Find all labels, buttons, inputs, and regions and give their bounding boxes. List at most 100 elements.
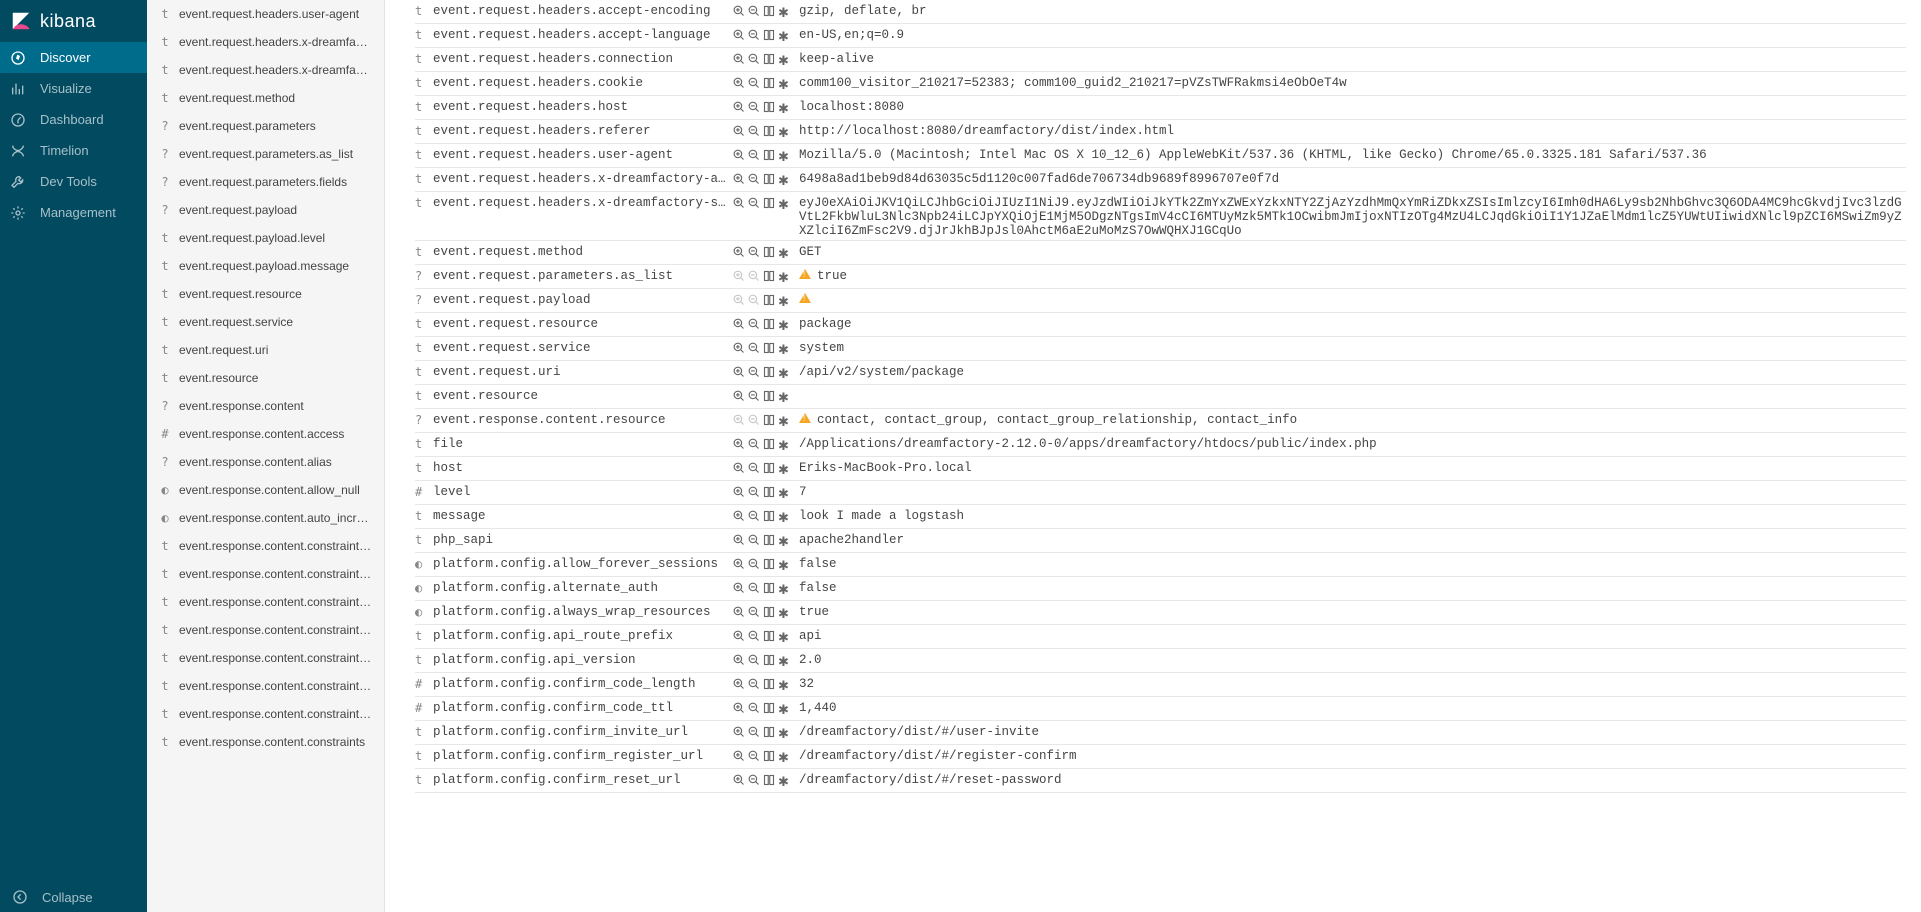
field-item[interactable]: tevent.request.headers.x-dreamfact...: [147, 28, 384, 56]
filter-for-value-icon[interactable]: [733, 5, 745, 20]
filter-for-value-icon[interactable]: [733, 678, 745, 693]
field-item[interactable]: tevent.request.service: [147, 308, 384, 336]
filter-for-value-icon[interactable]: [733, 414, 745, 429]
filter-out-value-icon[interactable]: [748, 606, 760, 621]
filter-for-value-icon[interactable]: [733, 582, 745, 597]
filter-out-value-icon[interactable]: [748, 270, 760, 285]
filter-out-value-icon[interactable]: [748, 197, 760, 212]
filter-exists-icon[interactable]: ✱: [778, 486, 789, 502]
filter-for-value-icon[interactable]: [733, 149, 745, 164]
filter-for-value-icon[interactable]: [733, 318, 745, 333]
filter-out-value-icon[interactable]: [748, 774, 760, 789]
filter-for-value-icon[interactable]: [733, 342, 745, 357]
filter-exists-icon[interactable]: ✱: [778, 173, 789, 189]
field-item[interactable]: ?event.request.parameters: [147, 112, 384, 140]
toggle-column-icon[interactable]: [763, 582, 775, 597]
field-item[interactable]: tevent.request.payload.level: [147, 224, 384, 252]
filter-exists-icon[interactable]: ✱: [778, 125, 789, 141]
filter-out-value-icon[interactable]: [748, 462, 760, 477]
toggle-column-icon[interactable]: [763, 726, 775, 741]
toggle-column-icon[interactable]: [763, 702, 775, 717]
toggle-column-icon[interactable]: [763, 270, 775, 285]
toggle-column-icon[interactable]: [763, 630, 775, 645]
filter-exists-icon[interactable]: ✱: [778, 294, 789, 310]
toggle-column-icon[interactable]: [763, 654, 775, 669]
filter-out-value-icon[interactable]: [748, 438, 760, 453]
toggle-column-icon[interactable]: [763, 77, 775, 92]
toggle-column-icon[interactable]: [763, 29, 775, 44]
filter-out-value-icon[interactable]: [748, 342, 760, 357]
field-item[interactable]: tevent.request.method: [147, 84, 384, 112]
filter-out-value-icon[interactable]: [748, 77, 760, 92]
filter-exists-icon[interactable]: ✱: [778, 149, 789, 165]
field-item[interactable]: ?event.request.payload: [147, 196, 384, 224]
filter-exists-icon[interactable]: ✱: [778, 342, 789, 358]
filter-exists-icon[interactable]: ✱: [778, 510, 789, 526]
toggle-column-icon[interactable]: [763, 750, 775, 765]
filter-out-value-icon[interactable]: [748, 678, 760, 693]
toggle-column-icon[interactable]: [763, 774, 775, 789]
toggle-column-icon[interactable]: [763, 462, 775, 477]
filter-out-value-icon[interactable]: [748, 630, 760, 645]
filter-exists-icon[interactable]: ✱: [778, 53, 789, 69]
toggle-column-icon[interactable]: [763, 342, 775, 357]
field-item[interactable]: ◐event.response.content.auto_incre...: [147, 504, 384, 532]
field-item[interactable]: ◐event.response.content.allow_null: [147, 476, 384, 504]
filter-for-value-icon[interactable]: [733, 510, 745, 525]
filter-for-value-icon[interactable]: [733, 173, 745, 188]
filter-for-value-icon[interactable]: [733, 438, 745, 453]
toggle-column-icon[interactable]: [763, 173, 775, 188]
nav-item-devtools[interactable]: Dev Tools: [0, 166, 147, 197]
filter-exists-icon[interactable]: ✱: [778, 414, 789, 430]
filter-out-value-icon[interactable]: [748, 366, 760, 381]
toggle-column-icon[interactable]: [763, 318, 775, 333]
filter-exists-icon[interactable]: ✱: [778, 558, 789, 574]
filter-for-value-icon[interactable]: [733, 486, 745, 501]
field-item[interactable]: tevent.response.content.constraints....: [147, 588, 384, 616]
filter-out-value-icon[interactable]: [748, 318, 760, 333]
filter-out-value-icon[interactable]: [748, 390, 760, 405]
filter-exists-icon[interactable]: ✱: [778, 702, 789, 718]
filter-for-value-icon[interactable]: [733, 462, 745, 477]
toggle-column-icon[interactable]: [763, 438, 775, 453]
filter-exists-icon[interactable]: ✱: [778, 726, 789, 742]
filter-for-value-icon[interactable]: [733, 197, 745, 212]
toggle-column-icon[interactable]: [763, 534, 775, 549]
filter-for-value-icon[interactable]: [733, 246, 745, 261]
toggle-column-icon[interactable]: [763, 390, 775, 405]
toggle-column-icon[interactable]: [763, 294, 775, 309]
filter-out-value-icon[interactable]: [748, 294, 760, 309]
filter-exists-icon[interactable]: ✱: [778, 366, 789, 382]
filter-exists-icon[interactable]: ✱: [778, 654, 789, 670]
filter-out-value-icon[interactable]: [748, 5, 760, 20]
filter-for-value-icon[interactable]: [733, 125, 745, 140]
filter-out-value-icon[interactable]: [748, 534, 760, 549]
toggle-column-icon[interactable]: [763, 125, 775, 140]
nav-item-discover[interactable]: Discover: [0, 42, 147, 73]
filter-out-value-icon[interactable]: [748, 654, 760, 669]
toggle-column-icon[interactable]: [763, 101, 775, 116]
toggle-column-icon[interactable]: [763, 486, 775, 501]
filter-for-value-icon[interactable]: [733, 294, 745, 309]
toggle-column-icon[interactable]: [763, 366, 775, 381]
brand[interactable]: kibana: [0, 0, 147, 42]
filter-exists-icon[interactable]: ✱: [778, 750, 789, 766]
toggle-column-icon[interactable]: [763, 5, 775, 20]
field-item[interactable]: ?event.response.content.alias: [147, 448, 384, 476]
field-item[interactable]: tevent.response.content.constraints: [147, 728, 384, 756]
filter-exists-icon[interactable]: ✱: [778, 534, 789, 550]
field-item[interactable]: tevent.resource: [147, 364, 384, 392]
filter-for-value-icon[interactable]: [733, 654, 745, 669]
filter-exists-icon[interactable]: ✱: [778, 270, 789, 286]
filter-out-value-icon[interactable]: [748, 414, 760, 429]
toggle-column-icon[interactable]: [763, 606, 775, 621]
filter-exists-icon[interactable]: ✱: [778, 606, 789, 622]
collapse-button[interactable]: Collapse: [0, 882, 147, 912]
filter-for-value-icon[interactable]: [733, 726, 745, 741]
filter-exists-icon[interactable]: ✱: [778, 29, 789, 45]
nav-item-visualize[interactable]: Visualize: [0, 73, 147, 104]
filter-exists-icon[interactable]: ✱: [778, 438, 789, 454]
filter-out-value-icon[interactable]: [748, 726, 760, 741]
filter-for-value-icon[interactable]: [733, 558, 745, 573]
filter-out-value-icon[interactable]: [748, 149, 760, 164]
